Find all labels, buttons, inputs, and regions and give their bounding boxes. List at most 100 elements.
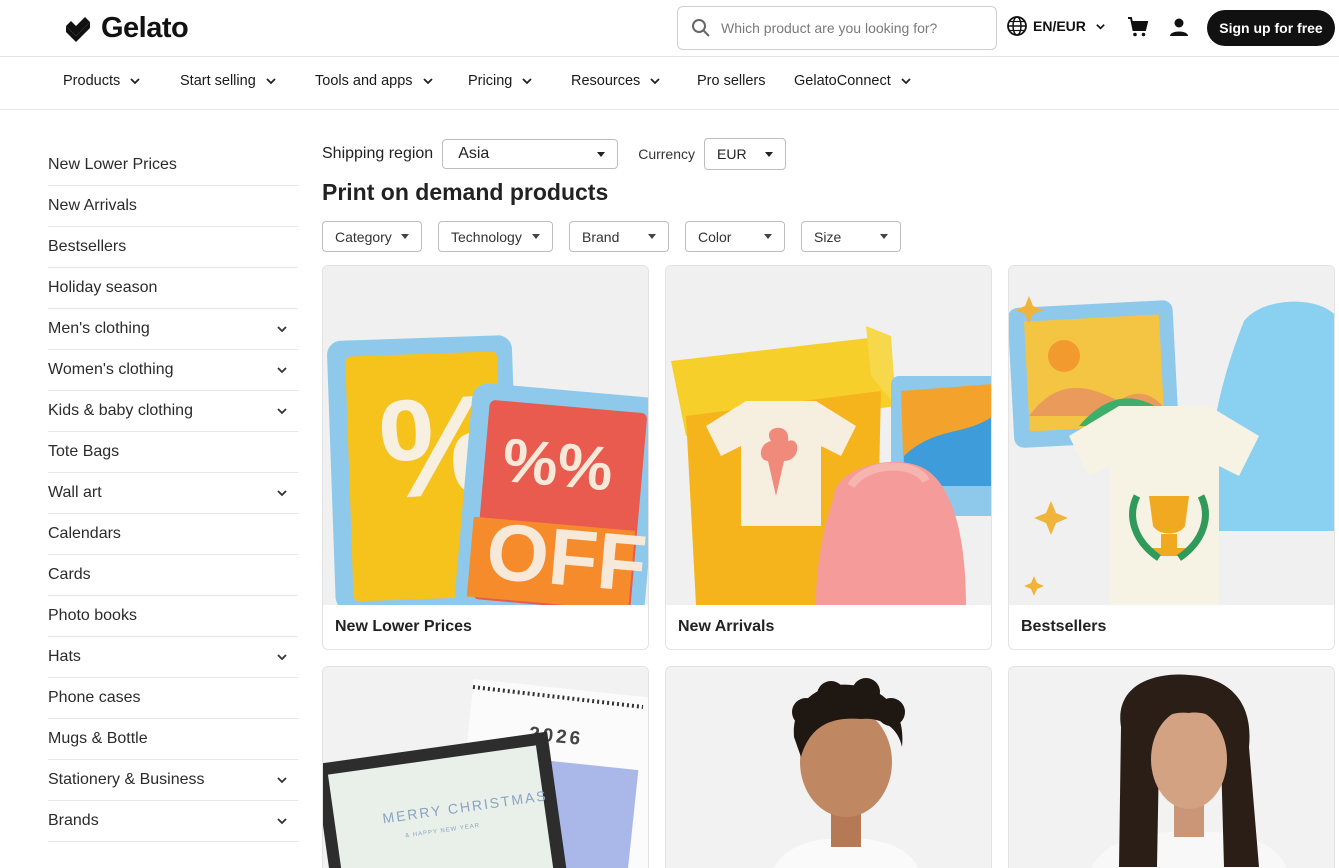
globe-icon (1007, 16, 1027, 36)
product-card-bestsellers[interactable]: Bestsellers (1008, 265, 1335, 650)
caret-down-icon (764, 234, 772, 239)
nav-label: Pro sellers (697, 73, 766, 89)
sidebar-item-label: Photo books (48, 607, 137, 624)
language-selector[interactable]: EN/EUR (1006, 15, 1106, 37)
currency-label: Currency (638, 146, 695, 162)
sidebar-item-wall-art[interactable]: Wall art (48, 473, 298, 514)
nav-label: Pricing (468, 73, 513, 89)
model-man-photo (666, 667, 991, 868)
sidebar-item-mens-clothing[interactable]: Men's clothing (48, 309, 298, 350)
chevron-down-icon[interactable] (276, 487, 288, 499)
signup-button[interactable]: Sign up for free (1207, 10, 1335, 46)
product-card-title: New Arrivals (678, 618, 775, 635)
nav-pricing[interactable]: Pricing (468, 73, 533, 89)
filter-label: Brand (582, 228, 620, 245)
main-nav: Products Start selling Tools and apps Pr… (0, 58, 1339, 110)
sidebar-item-cards[interactable]: Cards (48, 555, 298, 596)
nav-label: GelatoConnect (794, 73, 891, 89)
search-input[interactable] (721, 20, 981, 36)
sidebar-item-phone-cases[interactable]: Phone cases (48, 678, 298, 719)
calendar-illustration: 2026 MERRY CHRISTMAS & HAPPY NEW YEAR (323, 667, 648, 868)
sidebar-item-label: Tote Bags (48, 443, 120, 460)
top-header: Gelato EN/EUR Sign up for free (0, 0, 1339, 57)
sidebar-item-label: Brands (48, 812, 99, 829)
sidebar-item-new-arrivals[interactable]: New Arrivals (48, 186, 298, 227)
product-card-image (1009, 266, 1334, 605)
nav-resources[interactable]: Resources (571, 73, 661, 89)
product-card-image (666, 266, 991, 605)
chevron-down-icon[interactable] (276, 651, 288, 663)
nav-tools-and-apps[interactable]: Tools and apps (315, 73, 434, 89)
caret-down-icon (648, 234, 656, 239)
filter-size[interactable]: Size (801, 221, 901, 252)
chevron-down-icon (130, 78, 140, 85)
filter-technology[interactable]: Technology (438, 221, 553, 252)
product-card-mens-tee[interactable] (665, 666, 992, 868)
chevron-down-icon[interactable] (276, 364, 288, 376)
caret-down-icon (765, 151, 773, 157)
nav-products[interactable]: Products (63, 73, 141, 89)
sidebar-item-label: Hats (48, 648, 81, 665)
filter-label: Color (698, 228, 732, 245)
sidebar-item-calendars[interactable]: Calendars (48, 514, 298, 555)
caret-down-icon (401, 234, 409, 239)
sidebar-item-womens-clothing[interactable]: Women's clothing (48, 350, 298, 391)
search-box[interactable] (677, 6, 997, 50)
page-title: Print on demand products (322, 179, 609, 205)
sidebar-item-brands[interactable]: Brands (48, 801, 298, 842)
sidebar-item-tote-bags[interactable]: Tote Bags (48, 432, 298, 473)
filter-label: Category (335, 228, 392, 245)
currency-value: EUR (717, 146, 747, 162)
product-card-womens-hoodie[interactable] (1008, 666, 1335, 868)
caret-down-icon (597, 151, 606, 157)
category-sidebar: New Lower Prices New Arrivals Bestseller… (48, 145, 298, 842)
nav-label: Products (63, 73, 121, 89)
sidebar-item-label: New Arrivals (48, 197, 137, 214)
region-currency-bar: Shipping region Asia Currency EUR (322, 138, 786, 170)
filter-label: Size (814, 228, 842, 245)
sidebar-item-bestsellers[interactable]: Bestsellers (48, 227, 298, 268)
shipping-region-select[interactable]: Asia (442, 139, 619, 169)
user-icon[interactable] (1169, 17, 1189, 37)
sidebar-item-kids-baby-clothing[interactable]: Kids & baby clothing (48, 391, 298, 432)
caret-down-icon (880, 234, 888, 239)
currency-select[interactable]: EUR (704, 138, 786, 170)
sidebar-item-label: Kids & baby clothing (48, 402, 193, 419)
sidebar-item-label: Holiday season (48, 279, 158, 296)
sidebar-item-label: New Lower Prices (48, 156, 177, 173)
gelato-logo[interactable]: Gelato (63, 12, 189, 45)
sidebar-item-label: Phone cases (48, 689, 141, 706)
sidebar-item-label: Bestsellers (48, 238, 127, 255)
nav-pro-sellers[interactable]: Pro sellers (697, 73, 766, 89)
sidebar-item-hats[interactable]: Hats (48, 637, 298, 678)
gelato-logo-icon (66, 16, 90, 42)
sidebar-item-label: Cards (48, 566, 91, 583)
filter-brand[interactable]: Brand (569, 221, 669, 252)
product-card-image: 2026 MERRY CHRISTMAS & HAPPY NEW YEAR (323, 667, 648, 868)
new-arrivals-illustration (666, 266, 991, 605)
sidebar-item-stationery-business[interactable]: Stationery & Business (48, 760, 298, 801)
filter-category[interactable]: Category (322, 221, 422, 252)
sidebar-item-photo-books[interactable]: Photo books (48, 596, 298, 637)
product-card-new-lower-prices[interactable]: % %% OFF New Lower Prices (322, 265, 649, 650)
chevron-down-icon[interactable] (276, 774, 288, 786)
chevron-down-icon[interactable] (276, 405, 288, 417)
sidebar-item-holiday-season[interactable]: Holiday season (48, 268, 298, 309)
nav-start-selling[interactable]: Start selling (180, 73, 277, 89)
product-card-calendar[interactable]: 2026 MERRY CHRISTMAS & HAPPY NEW YEAR (322, 666, 649, 868)
chevron-down-icon (422, 78, 433, 85)
filter-color[interactable]: Color (685, 221, 785, 252)
cart-icon[interactable] (1127, 16, 1149, 38)
product-card-image: % %% OFF (323, 266, 648, 605)
discount-tags-illustration: % %% OFF (323, 266, 648, 605)
nav-gelatoconnect[interactable]: GelatoConnect (794, 73, 912, 89)
sidebar-item-new-lower-prices[interactable]: New Lower Prices (48, 145, 298, 186)
shipping-region-value: Asia (458, 145, 490, 162)
chevron-down-icon (522, 78, 532, 85)
product-card-title: Bestsellers (1021, 618, 1107, 635)
sidebar-item-mugs-bottle[interactable]: Mugs & Bottle (48, 719, 298, 760)
chevron-down-icon[interactable] (276, 323, 288, 335)
promo-off: OFF (483, 506, 648, 605)
chevron-down-icon[interactable] (276, 815, 288, 827)
product-card-new-arrivals[interactable]: New Arrivals (665, 265, 992, 650)
